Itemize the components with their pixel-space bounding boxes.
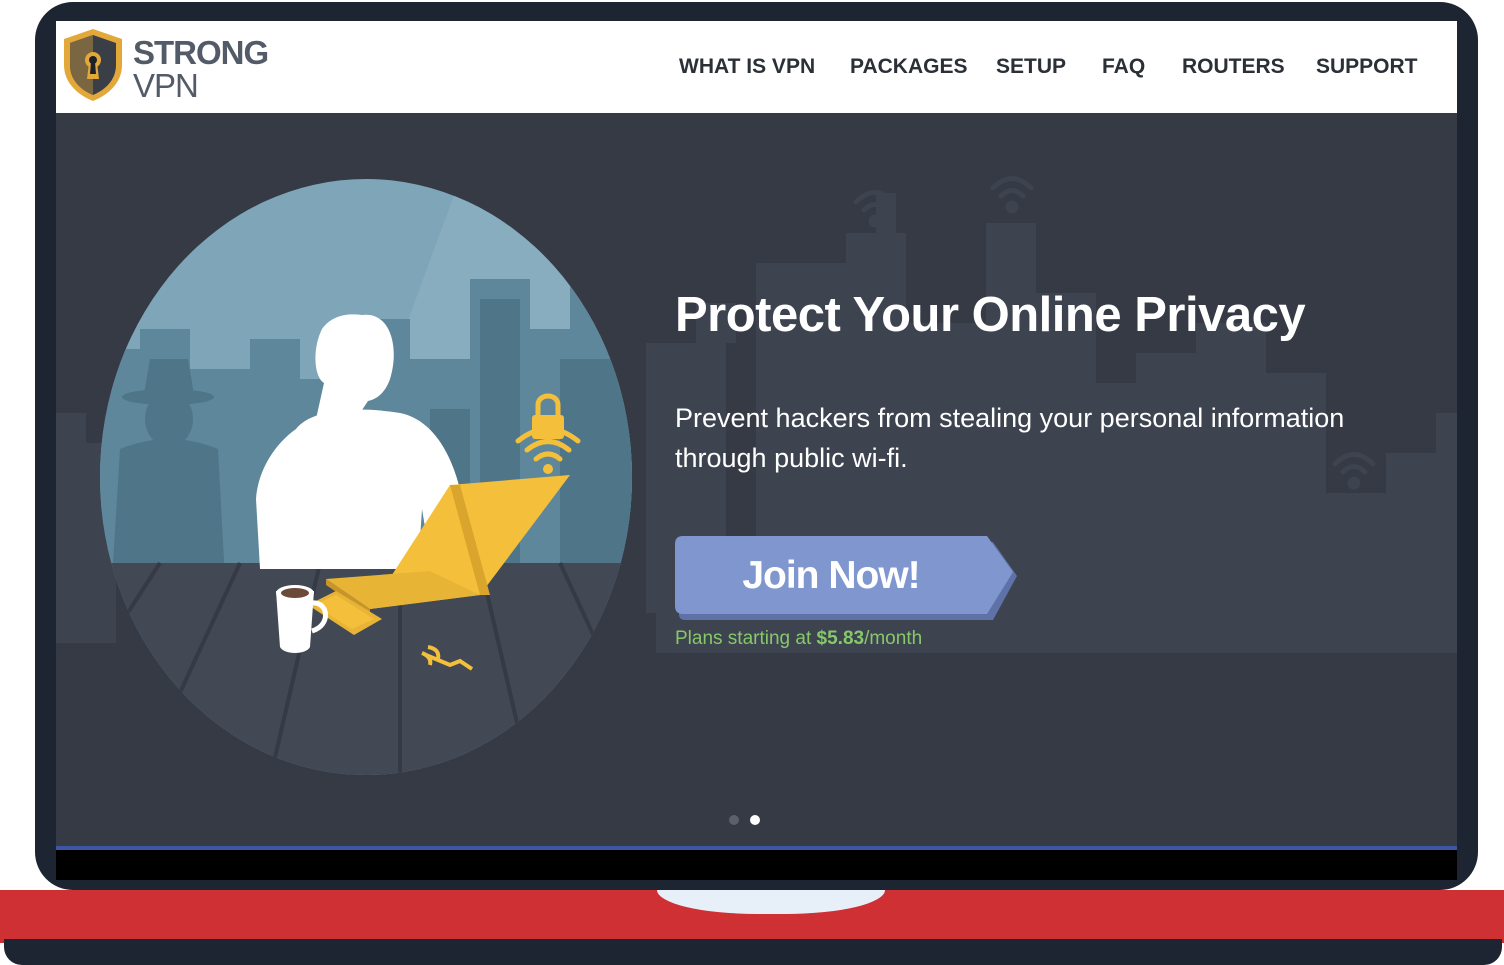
plans-price: $5.83 xyxy=(816,628,865,649)
main-nav: WHAT IS VPN PACKAGES SETUP FAQ ROUTERS S… xyxy=(56,55,1457,83)
nav-faq[interactable]: FAQ xyxy=(1102,55,1145,79)
nav-routers[interactable]: ROUTERS xyxy=(1182,55,1285,79)
nav-support[interactable]: SUPPORT xyxy=(1316,55,1418,79)
hero-title: Protect Your Online Privacy xyxy=(675,288,1306,342)
plans-pricing-text: Plans starting at $5.83/month xyxy=(675,628,922,650)
nav-packages[interactable]: PACKAGES xyxy=(850,55,967,79)
person-laptop-illustration xyxy=(100,179,632,775)
screen-bottom-strip xyxy=(56,850,1457,880)
join-now-button[interactable]: Join Now! xyxy=(675,536,1020,624)
plans-suffix: /month xyxy=(864,628,923,649)
browser-screen: STRONG VPN WHAT IS VPN PACKAGES SETUP FA… xyxy=(56,21,1457,880)
carousel-dots xyxy=(729,815,769,827)
plans-prefix: Plans starting at xyxy=(675,628,817,649)
carousel-dot-2[interactable] xyxy=(750,815,760,825)
nav-setup[interactable]: SETUP xyxy=(996,55,1066,79)
nav-what-is-vpn[interactable]: WHAT IS VPN xyxy=(679,55,815,79)
laptop-base-bottom xyxy=(4,939,1502,965)
hero-slide: Protect Your Online Privacy Prevent hack… xyxy=(56,113,1457,848)
site-header: STRONG VPN WHAT IS VPN PACKAGES SETUP FA… xyxy=(56,21,1457,113)
carousel-dot-1[interactable] xyxy=(729,815,739,825)
join-now-label: Join Now! xyxy=(742,554,920,597)
hero-subtitle: Prevent hackers from stealing your perso… xyxy=(675,403,1345,473)
